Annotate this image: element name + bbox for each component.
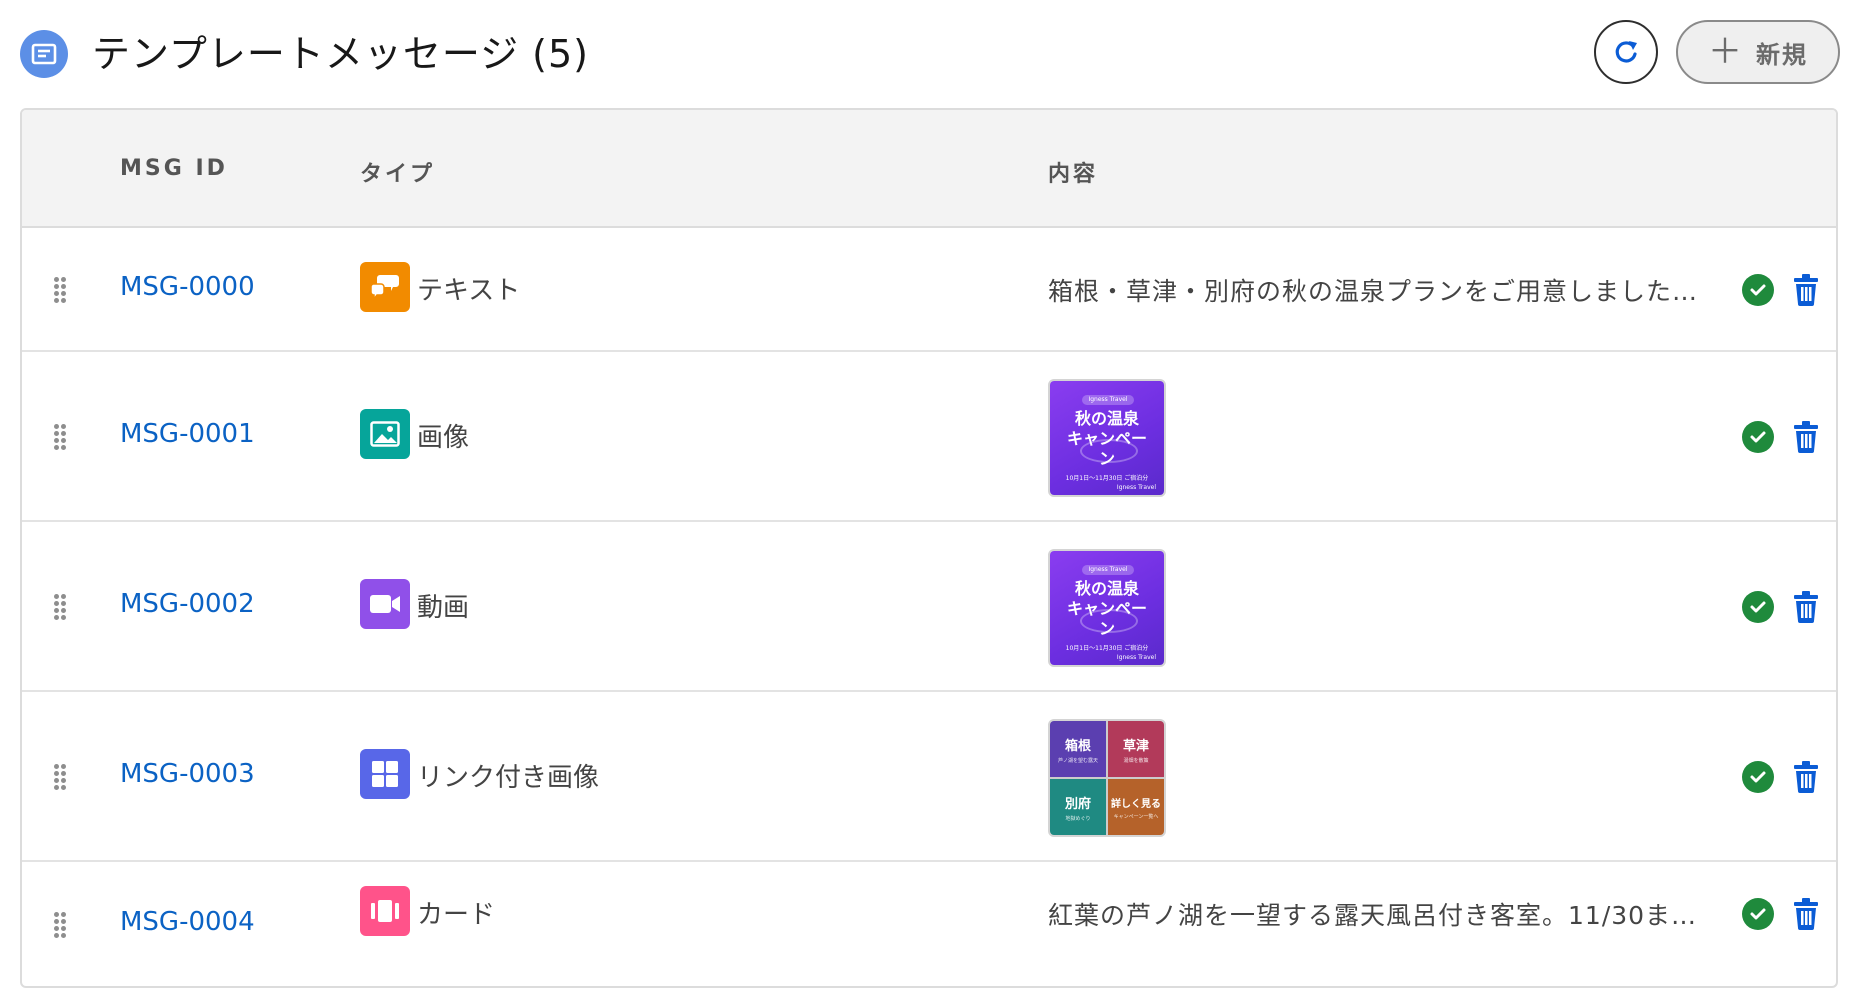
status-active-icon: [1742, 761, 1774, 793]
status-active-icon: [1742, 898, 1774, 930]
content-text: 箱根・草津・別府の秋の温泉プランをご用意しました…: [1048, 277, 1699, 306]
type-label: リンク付き画像: [417, 763, 600, 793]
msg-id-link[interactable]: MSG-0003: [120, 759, 255, 789]
new-button-label: 新規: [1756, 40, 1808, 69]
drag-handle-icon[interactable]: [54, 424, 66, 450]
column-header-id[interactable]: MSG ID: [120, 156, 228, 181]
type-label: カード: [417, 900, 496, 930]
msg-id-link[interactable]: MSG-0001: [120, 419, 255, 449]
page-header: テンプレートメッセージ (5) ＋ 新規: [0, 0, 1858, 110]
drag-handle-icon[interactable]: [54, 594, 66, 620]
delete-icon[interactable]: [1792, 591, 1820, 623]
new-button[interactable]: ＋ 新規: [1676, 20, 1840, 84]
campaign-footer: Igness Travel: [1116, 484, 1156, 491]
campaign-footer: Igness Travel: [1116, 654, 1156, 661]
grid-icon: [360, 749, 410, 799]
delete-icon[interactable]: [1792, 421, 1820, 453]
campaign-video-thumbnail[interactable]: Igness Travel 秋の温泉 キャンペーン 10月1日〜11月30日 ご宿…: [1048, 549, 1166, 667]
campaign-image-thumbnail[interactable]: Igness Travel 秋の温泉 キャンペーン 10月1日〜11月30日 ご宿…: [1048, 379, 1166, 497]
delete-icon[interactable]: [1792, 274, 1820, 306]
drag-handle-icon[interactable]: [54, 764, 66, 790]
column-header-content[interactable]: 内容: [1048, 156, 1098, 188]
campaign-headline: 秋の温泉 キャンペーン: [1066, 409, 1147, 468]
type-label: 画像: [417, 423, 470, 453]
status-active-icon: [1742, 591, 1774, 623]
msg-id-link[interactable]: MSG-0004: [120, 907, 255, 937]
page-title: テンプレートメッセージ (5): [92, 32, 590, 76]
refresh-icon: [1615, 41, 1637, 63]
type-label: テキスト: [417, 276, 521, 306]
status-active-icon: [1742, 421, 1774, 453]
status-active-icon: [1742, 274, 1774, 306]
msg-id-link[interactable]: MSG-0000: [120, 272, 255, 302]
table-row[interactable]: MSG-0003 リンク付き画像 箱根 芦ノ湖を望む露天 草津 湯畑を散策 別府 地獄…: [22, 692, 1836, 862]
refresh-button[interactable]: [1594, 20, 1658, 84]
drag-handle-icon[interactable]: [54, 912, 66, 938]
table-header: MSG ID タイプ 内容: [22, 110, 1836, 228]
drag-handle-icon[interactable]: [54, 277, 66, 303]
brand-pill: Igness Travel: [1082, 565, 1134, 575]
video-icon: [360, 579, 410, 629]
template-list-icon: [20, 30, 68, 78]
campaign-period: 10月1日〜11月30日 ご宿泊分: [1065, 475, 1149, 482]
table-row[interactable]: MSG-0004 カード 紅葉の芦ノ湖を一望する露天風呂付き客室。11/30ま…: [22, 862, 1836, 986]
image-grid-thumbnail[interactable]: 箱根 芦ノ湖を望む露天 草津 湯畑を散策 別府 地獄めぐり 詳しく見る キャンペーン一覧…: [1048, 719, 1166, 837]
content-text: 紅葉の芦ノ湖を一望する露天風呂付き客室。11/30ま…: [1048, 901, 1698, 930]
delete-icon[interactable]: [1792, 761, 1820, 793]
grid-cell: 箱根 芦ノ湖を望む露天: [1050, 721, 1106, 777]
plus-icon: ＋: [1708, 32, 1742, 72]
grid-cell: 草津 湯畑を散策: [1108, 721, 1164, 777]
campaign-period: 10月1日〜11月30日 ご宿泊分: [1065, 645, 1149, 652]
msg-id-link[interactable]: MSG-0002: [120, 589, 255, 619]
carousel-card-icon: [360, 886, 410, 936]
image-icon: [360, 409, 410, 459]
table-row[interactable]: MSG-0001 画像 Igness Travel 秋の温泉 キャンペーン 10月…: [22, 352, 1836, 522]
campaign-headline: 秋の温泉 キャンペーン: [1066, 579, 1147, 638]
table-row[interactable]: MSG-0002 動画 Igness Travel 秋の温泉 キャンペーン 10月…: [22, 522, 1836, 692]
chat-bubble-icon: [360, 262, 410, 312]
grid-cell: 別府 地獄めぐり: [1050, 779, 1106, 835]
table-row[interactable]: MSG-0000 テキスト 箱根・草津・別府の秋の温泉プランをご用意しました…: [22, 228, 1836, 352]
template-table: MSG ID タイプ 内容 MSG-0000 テキスト 箱根・草津・別府の秋の温…: [20, 108, 1838, 988]
type-label: 動画: [417, 593, 470, 623]
column-header-type[interactable]: タイプ: [360, 156, 435, 188]
delete-icon[interactable]: [1792, 898, 1820, 930]
grid-cell: 詳しく見る キャンペーン一覧へ: [1108, 779, 1164, 835]
brand-pill: Igness Travel: [1082, 395, 1134, 405]
